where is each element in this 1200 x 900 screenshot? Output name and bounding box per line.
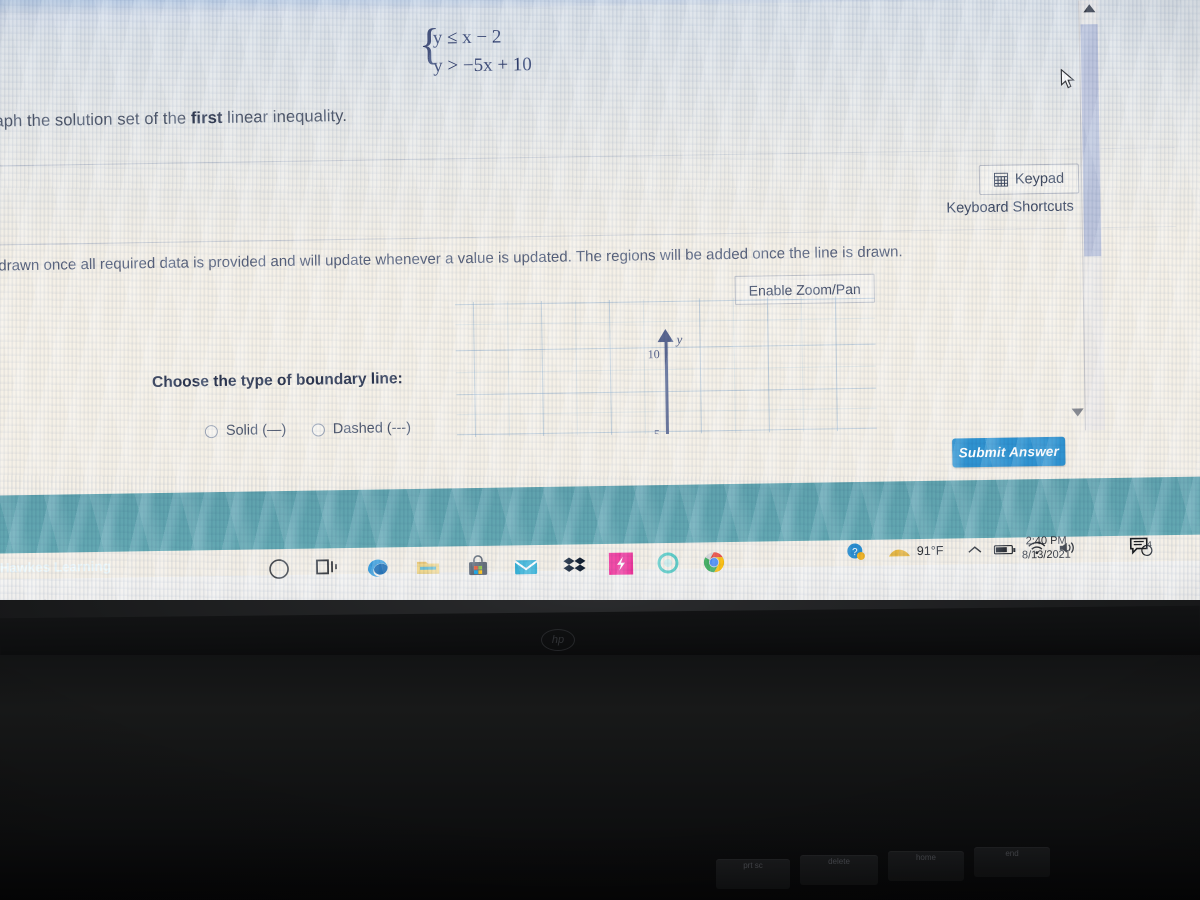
edge-icon[interactable] (362, 551, 392, 581)
key-home: home (888, 851, 964, 881)
file-explorer-icon[interactable] (413, 551, 443, 581)
y-axis-arrow-icon (657, 328, 674, 343)
inequality-first: y ≤ x − 2 (432, 26, 502, 49)
keypad-button[interactable]: Keypad (978, 163, 1080, 196)
radio-option-solid[interactable]: Solid (—) (204, 421, 287, 439)
prompt-suffix: linear inequality. (222, 106, 348, 127)
clock-date[interactable]: 8/13/2021 (1022, 549, 1071, 562)
y-axis-label: y (676, 331, 683, 347)
photo-of-laptop: { y ≤ x − 2 y > −5x + 10 Graph the solut… (0, 0, 1200, 900)
y-tick-10: 10 (647, 347, 660, 362)
clock-time[interactable]: 2:40 PM (1026, 535, 1067, 548)
radio-label-dashed: Dashed (---) (332, 419, 412, 438)
prompt-prefix: Graph the solution set of the (0, 109, 187, 131)
scrollbar-thumb[interactable] (1080, 24, 1102, 257)
system-brace: { (418, 19, 441, 69)
cortana-circle-icon[interactable] (264, 553, 294, 583)
task-view-icon[interactable] (311, 552, 341, 582)
graph-canvas[interactable]: y 10 5 (454, 296, 877, 438)
system-tray[interactable]: ? 91°F 2:40 PM 8/13/2021 4 (829, 533, 1190, 579)
key-delete: delete (800, 855, 878, 885)
prompt-emphasis: first (190, 108, 223, 128)
mail-icon[interactable] (511, 549, 541, 579)
weather-temperature[interactable]: 91°F (917, 544, 944, 558)
laptop-screen: { y ≤ x − 2 y > −5x + 10 Graph the solut… (0, 0, 1200, 636)
inequality-second: y > −5x + 10 (433, 53, 532, 77)
dropbox-icon[interactable] (560, 548, 590, 578)
battery-icon[interactable] (993, 544, 1016, 559)
keypad-label: Keypad (1014, 170, 1065, 188)
teal-app-icon[interactable] (653, 547, 683, 577)
radio-circle-icon (204, 424, 218, 438)
key-end: end (974, 847, 1050, 877)
key-prtsc: prt sc (716, 859, 790, 889)
microsoft-store-icon[interactable] (463, 550, 493, 580)
laptop-keyboard-deck: prt sc delete home end (0, 655, 1200, 900)
submit-answer-button[interactable]: Submit Answer (952, 436, 1066, 468)
chevron-up-icon[interactable] (968, 545, 982, 557)
radio-label-solid: Solid (—) (225, 421, 287, 439)
brand-logo: hp (541, 629, 575, 651)
chrome-icon[interactable] (699, 546, 729, 576)
radio-circle-icon (311, 422, 325, 437)
question-circle-icon[interactable]: ? (845, 541, 867, 566)
footer-brand: 21 Hawkes Learning (0, 558, 111, 576)
notification-count: 4 (1146, 539, 1152, 550)
scroll-down-arrow-icon[interactable] (1071, 408, 1084, 417)
partly-cloudy-icon[interactable] (887, 543, 913, 566)
system-of-inequalities: { y ≤ x − 2 y > −5x + 10 (418, 19, 533, 80)
radio-option-dashed[interactable]: Dashed (---) (311, 419, 412, 438)
calculator-grid-icon (993, 172, 1009, 187)
pink-app-icon[interactable] (606, 547, 636, 577)
mouse-cursor (1060, 68, 1076, 90)
keyboard-shortcuts-link[interactable]: Keyboard Shortcuts (946, 199, 1074, 217)
submit-label: Submit Answer (958, 443, 1060, 461)
scroll-up-arrow-icon[interactable] (1083, 4, 1096, 13)
